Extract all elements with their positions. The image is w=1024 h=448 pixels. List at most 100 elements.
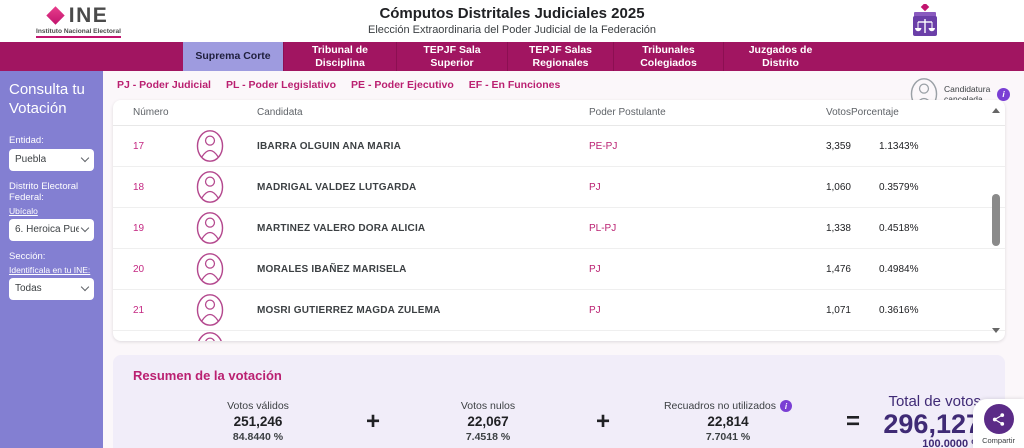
identificala-link[interactable]: Identifícala en tu INE: [9, 265, 94, 275]
candidate-name: MARTINEZ VALERO DORA ALICIA [257, 223, 589, 234]
plus-sign: + [573, 408, 633, 436]
candidate-name: MOSRI GUTIERREZ MAGDA ZULEMA [257, 305, 589, 316]
tab-tribunal-disciplina[interactable]: Tribunal de Disciplina [283, 42, 396, 71]
table-header-row: Número Candidata Poder Postulante Votos … [113, 100, 1005, 126]
votes-value: 3,359 [759, 141, 851, 152]
total-votes: Total de votos 296,127 100.0000 % [883, 393, 985, 448]
candidate-avatar-icon [195, 331, 225, 341]
section-tabs: Suprema Corte Tribunal de Disciplina TEP… [0, 42, 1024, 71]
tab-suprema-corte[interactable]: Suprema Corte [183, 42, 283, 71]
total-value: 296,127 [883, 410, 981, 438]
page-title: Cómputos Distritales Judiciales 2025 [0, 5, 1024, 22]
ubicalo-link[interactable]: Ubícalo [9, 206, 94, 216]
votos-validos-value: 251,246 [234, 414, 283, 429]
entidad-value: Puebla [15, 154, 46, 165]
table-scrollbar[interactable] [990, 102, 1002, 339]
seccion-value: Todas [15, 283, 42, 294]
recuadros-no-utilizados: Recuadros no utilizados i 22,814 7.7041 … [633, 400, 823, 443]
votos-validos-label: Votos válidos [227, 400, 289, 412]
page: INE Instituto Nacional Electoral Cómputo… [0, 0, 1024, 448]
top-header: INE Instituto Nacional Electoral Cómputo… [0, 0, 1024, 42]
poder-legend: PJ - Poder Judicial PL - Poder Legislati… [117, 77, 560, 91]
chevron-down-icon [81, 154, 89, 162]
page-subtitle: Elección Extraordinaria del Poder Judici… [0, 24, 1024, 36]
candidate-avatar-icon [195, 170, 225, 204]
recuadros-label: Recuadros no utilizados [664, 400, 776, 412]
legend-pj: PJ - Poder Judicial [117, 79, 211, 91]
main-content: PJ - Poder Judicial PL - Poder Legislati… [103, 71, 1024, 448]
scrollbar-thumb[interactable] [992, 194, 1000, 246]
votos-validos-pct: 84.8440 % [233, 431, 283, 443]
legend-row: PJ - Poder Judicial PL - Poder Legislati… [103, 71, 1024, 100]
tab-tepjf-salas-regionales[interactable]: TEPJF Salas Regionales [507, 42, 613, 71]
recuadros-value: 22,814 [707, 414, 748, 429]
table-row[interactable]: 20 MORALES IBAÑEZ MARISELA PJ 1,476 0.49… [113, 249, 1005, 290]
chevron-down-icon [81, 283, 89, 291]
ballot-box-scales-icon [909, 4, 939, 40]
col-candidata: Candidata [257, 107, 589, 118]
votos-nulos-value: 22,067 [467, 414, 508, 429]
seccion-select[interactable]: Todas [9, 278, 94, 300]
scroll-up-icon[interactable] [992, 108, 1000, 113]
percentage-value: 0.3579% [851, 182, 981, 193]
tab-tribunales-colegiados[interactable]: Tribunales Colegiados [613, 42, 723, 71]
share-icon [991, 412, 1006, 427]
distrito-select[interactable]: 6. Heroica Puebla D [9, 219, 94, 241]
table-row-partial[interactable] [113, 331, 1005, 341]
total-pct: 100.0000 % [883, 438, 981, 448]
recuadros-pct: 7.7041 % [706, 431, 750, 443]
candidate-avatar-icon [195, 293, 225, 327]
poder-postulante: PJ [589, 264, 759, 275]
col-numero: Número [133, 107, 195, 118]
sidebar-title: Consulta tu Votación [9, 81, 94, 119]
judicial-election-logo [909, 4, 939, 40]
table-row[interactable]: 19 MARTINEZ VALERO DORA ALICIA PL-PJ 1,3… [113, 208, 1005, 249]
table-row[interactable]: 17 IBARRA OLGUIN ANA MARIA PE-PJ 3,359 1… [113, 126, 1005, 167]
poder-postulante: PE-PJ [589, 141, 759, 152]
table-row[interactable]: 21 MOSRI GUTIERREZ MAGDA ZULEMA PJ 1,071… [113, 290, 1005, 331]
votes-value: 1,338 [759, 223, 851, 234]
share-widget: Compartir [973, 399, 1024, 448]
share-label: Compartir [982, 436, 1015, 445]
filters-sidebar: Consulta tu Votación Entidad: Puebla Dis… [0, 71, 103, 448]
votos-nulos: Votos nulos 22,067 7.4518 % [403, 400, 573, 443]
candidate-avatar-icon [195, 129, 225, 163]
col-votos: Votos [759, 107, 851, 118]
candidate-name: MADRIGAL VALDEZ LUTGARDA [257, 182, 589, 193]
poder-postulante: PL-PJ [589, 223, 759, 234]
chevron-down-icon [81, 224, 89, 232]
tab-juzgados-distrito[interactable]: Juzgados de Distrito [723, 42, 837, 71]
info-icon[interactable]: i [780, 400, 792, 412]
percentage-value: 0.4518% [851, 223, 981, 234]
entidad-select[interactable]: Puebla [9, 149, 94, 171]
vote-summary-card: Resumen de la votación Votos válidos 251… [113, 355, 1005, 448]
tab-tepjf-sala-superior[interactable]: TEPJF Sala Superior [396, 42, 507, 71]
col-poder-postulante: Poder Postulante [589, 107, 759, 118]
percentage-value: 0.4984% [851, 264, 981, 275]
table-row[interactable]: 18 MADRIGAL VALDEZ LUTGARDA PJ 1,060 0.3… [113, 167, 1005, 208]
info-icon[interactable]: i [997, 88, 1010, 101]
votes-value: 1,060 [759, 182, 851, 193]
summary-title: Resumen de la votación [133, 368, 985, 383]
row-number: 19 [133, 223, 195, 234]
equals-sign: = [823, 408, 883, 436]
page-titles: Cómputos Distritales Judiciales 2025 Ele… [0, 5, 1024, 36]
total-label: Total de votos [883, 393, 981, 410]
plus-sign: + [343, 408, 403, 436]
percentage-value: 0.3616% [851, 305, 981, 316]
votos-nulos-pct: 7.4518 % [466, 431, 510, 443]
entidad-label: Entidad: [9, 135, 94, 146]
legend-ef: EF - En Funciones [469, 79, 561, 91]
row-number: 18 [133, 182, 195, 193]
candidate-avatar-icon [195, 211, 225, 245]
legend-pl: PL - Poder Legislativo [226, 79, 336, 91]
share-button[interactable] [984, 404, 1014, 434]
votos-nulos-label: Votos nulos [461, 400, 515, 412]
poder-postulante: PJ [589, 305, 759, 316]
col-porcentaje: Porcentaje [851, 107, 981, 118]
candidate-name: MORALES IBAÑEZ MARISELA [257, 264, 589, 275]
scroll-down-icon[interactable] [992, 328, 1000, 333]
poder-postulante: PJ [589, 182, 759, 193]
row-number: 21 [133, 305, 195, 316]
row-number: 17 [133, 141, 195, 152]
